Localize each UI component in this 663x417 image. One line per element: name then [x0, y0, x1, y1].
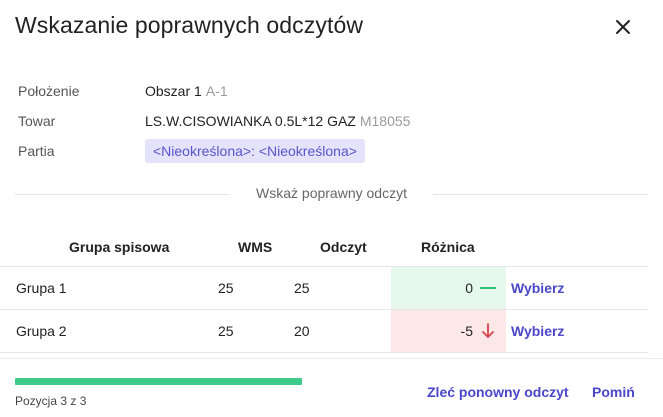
row-group: Grupa 2 [16, 323, 67, 339]
location-name: Obszar 1 [145, 83, 202, 99]
select-button[interactable]: Wybierz [511, 323, 564, 339]
difference-cell: 0 [391, 267, 506, 309]
close-button[interactable] [610, 14, 636, 40]
arrow-down-icon [482, 323, 494, 338]
info-row-location: Położenie Obszar 1 A-1 [18, 76, 410, 106]
table-header: Grupa spisowa WMS Odczyt Różnica [0, 226, 648, 267]
close-icon [616, 20, 630, 34]
product-name: LS.W.CISOWIANKA 0.5L*12 GAZ [145, 113, 356, 129]
batch-label: Partia [18, 143, 55, 159]
row-wms: 25 [218, 323, 234, 339]
info-row-batch: Partia <Nieokreślona>: <Nieokreślona> [18, 136, 410, 166]
row-reading: 20 [294, 323, 310, 339]
dialog-title: Wskazanie poprawnych odczytów [15, 12, 364, 38]
table-row: Grupa 1 25 25 0 Wybierz [0, 267, 648, 310]
row-reading: 25 [294, 280, 310, 296]
difference-value: 0 [465, 280, 473, 296]
difference-value: -5 [460, 323, 473, 339]
header-reading: Odczyt [320, 239, 367, 255]
item-info: Położenie Obszar 1 A-1 Towar LS.W.CISOWIA… [18, 76, 410, 166]
location-label: Położenie [18, 83, 80, 99]
divider-label: Wskaż poprawny odczyt [244, 185, 419, 201]
progress-bar [15, 378, 302, 385]
header-wms: WMS [238, 239, 273, 255]
difference-cell: -5 [391, 310, 506, 352]
product-code: M18055 [359, 113, 411, 129]
position-text: Pozycja 3 z 3 [15, 394, 87, 408]
skip-button[interactable]: Pomiń [592, 384, 635, 400]
product-label: Towar [18, 113, 56, 129]
section-divider: Wskaż poprawny odczyt [15, 183, 648, 205]
header-group: Grupa spisowa [69, 239, 170, 255]
footer-divider [0, 358, 663, 359]
readings-table: Grupa spisowa WMS Odczyt Różnica Grupa 1… [0, 226, 648, 353]
dash-icon [480, 287, 496, 289]
row-group: Grupa 1 [16, 280, 67, 296]
table-row: Grupa 2 25 20 -5 Wybierz [0, 310, 648, 353]
info-row-product: Towar LS.W.CISOWIANKA 0.5L*12 GAZ M18055 [18, 106, 410, 136]
batch-value: <Nieokreślona>: <Nieokreślona> [145, 139, 365, 163]
header-difference: Różnica [421, 239, 475, 255]
progress-fill [15, 378, 302, 385]
location-value: Obszar 1 A-1 [145, 83, 228, 99]
location-code: A-1 [205, 83, 228, 99]
select-button[interactable]: Wybierz [511, 280, 564, 296]
product-value: LS.W.CISOWIANKA 0.5L*12 GAZ M18055 [145, 113, 410, 129]
row-wms: 25 [218, 280, 234, 296]
reorder-reading-button[interactable]: Zleć ponowny odczyt [427, 384, 569, 400]
batch-chip: <Nieokreślona>: <Nieokreślona> [145, 139, 365, 163]
